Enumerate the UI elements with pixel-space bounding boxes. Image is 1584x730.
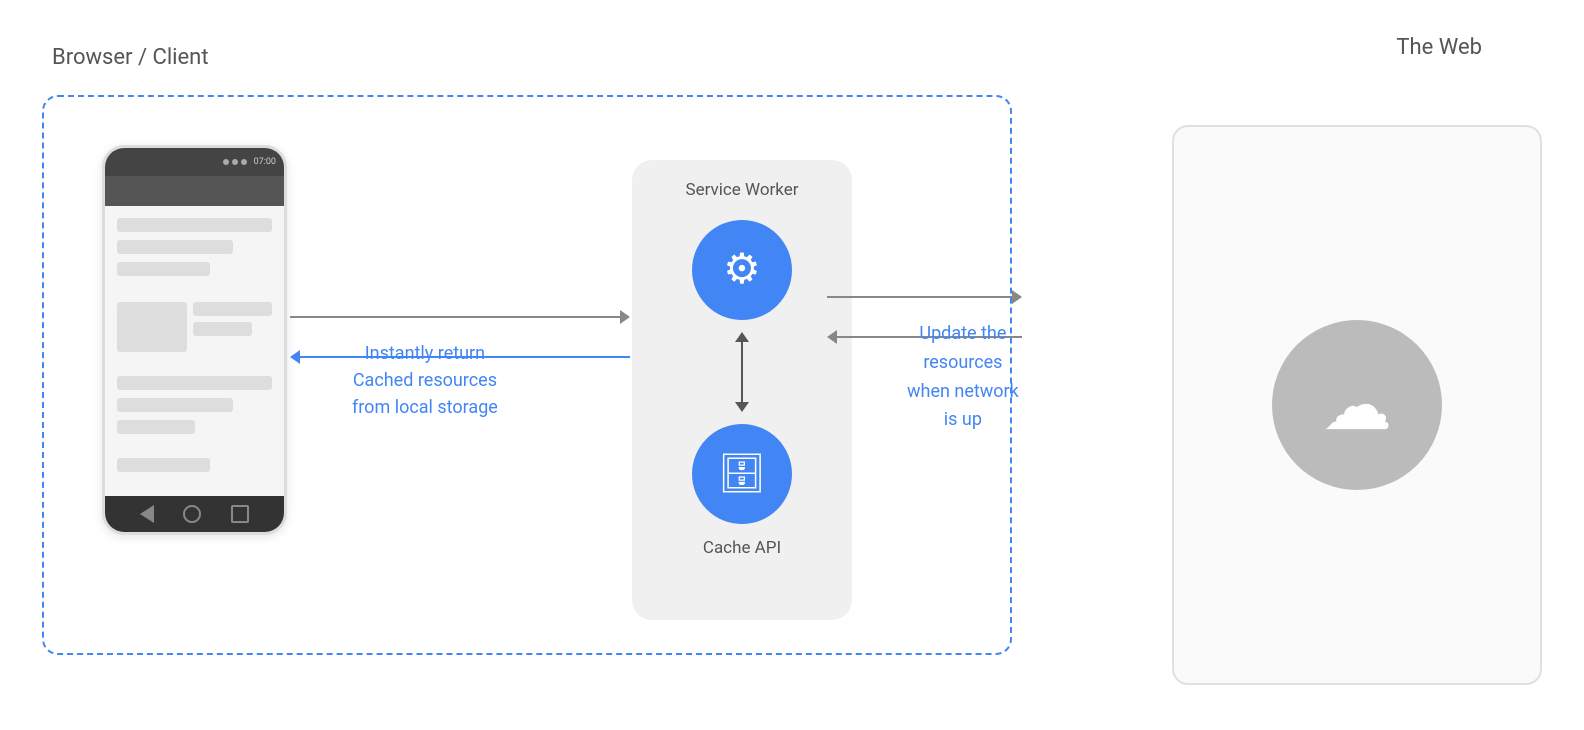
- diagram-container: Browser / Client 07:00: [42, 25, 1542, 705]
- service-worker-icon-circle: ⚙: [692, 220, 792, 320]
- phone-mockup: 07:00: [102, 145, 287, 535]
- arrow-shaft-vertical: [741, 342, 744, 402]
- content-right-1: [193, 302, 272, 316]
- content-line-1: [117, 218, 272, 232]
- back-button-icon: [140, 505, 154, 523]
- phone-content: [105, 206, 284, 496]
- status-time: 07:00: [254, 157, 276, 167]
- service-worker-box: Service Worker ⚙ 🗄 Cache API: [632, 160, 852, 620]
- vertical-arrow: [735, 332, 749, 412]
- content-line-4: [117, 376, 272, 390]
- phone-nav-bar: [105, 496, 284, 532]
- phone-toolbar: [105, 176, 284, 206]
- cloud-icon-circle: ☁: [1272, 320, 1442, 490]
- content-block-left: [117, 302, 187, 352]
- arrow-head-down-icon: [735, 402, 749, 412]
- battery-icon: [241, 159, 247, 165]
- arrow-head-left-web-sw-icon: [827, 330, 837, 344]
- is-up-text: is up: [907, 406, 1019, 435]
- arrow-head-left-icon: [290, 350, 300, 364]
- right-section: The Web ☁ Update the resources when netw…: [1022, 75, 1542, 635]
- content-line-2: [117, 240, 233, 254]
- web-box: ☁: [1172, 125, 1542, 685]
- content-line-7: [117, 458, 210, 472]
- phone-status-icons: 07:00: [223, 157, 276, 167]
- when-network-text: when network: [907, 378, 1019, 407]
- arrow-shaft-sw-web: [827, 296, 1012, 299]
- browser-client-label: Browser / Client: [42, 45, 1022, 70]
- content-line-3: [117, 262, 210, 276]
- browser-client-area: Browser / Client 07:00: [42, 45, 1022, 665]
- content-right-col: [193, 302, 272, 352]
- arrow-head-right-sw-web-icon: [1012, 290, 1022, 304]
- cache-api-icon-circle: 🗄: [692, 424, 792, 524]
- cached-resources-text: Cached resources: [352, 367, 498, 394]
- from-local-storage-text: from local storage: [352, 394, 498, 421]
- update-text-label: Update the resources when network is up: [907, 320, 1019, 435]
- recents-button-icon: [231, 505, 249, 523]
- cloud-icon: ☁: [1322, 364, 1392, 447]
- resources-text: resources: [907, 349, 1019, 378]
- arrow-head-up-icon: [735, 332, 749, 342]
- update-the-text: Update the: [907, 320, 1019, 349]
- content-right-2: [193, 322, 252, 336]
- gear-icon: ⚙: [723, 249, 761, 291]
- arrow-phone-to-sw: [290, 310, 630, 324]
- cached-text-label: Instantly return Cached resources from l…: [352, 340, 498, 421]
- database-icon: 🗄: [718, 452, 766, 496]
- the-web-label: The Web: [1396, 35, 1482, 60]
- signal-icon: [223, 159, 229, 165]
- cache-api-label: Cache API: [703, 538, 781, 558]
- arrow-sw-to-web: [827, 290, 1022, 304]
- content-line-6: [117, 420, 195, 434]
- instantly-return-text: Instantly return: [352, 340, 498, 367]
- phone-status-bar: 07:00: [105, 148, 284, 176]
- service-worker-label: Service Worker: [685, 180, 798, 200]
- content-row-1: [117, 302, 272, 352]
- arrow-shaft: [290, 316, 620, 319]
- home-button-icon: [183, 505, 201, 523]
- wifi-icon: [232, 159, 238, 165]
- arrow-head-right-icon: [620, 310, 630, 324]
- content-line-5: [117, 398, 233, 412]
